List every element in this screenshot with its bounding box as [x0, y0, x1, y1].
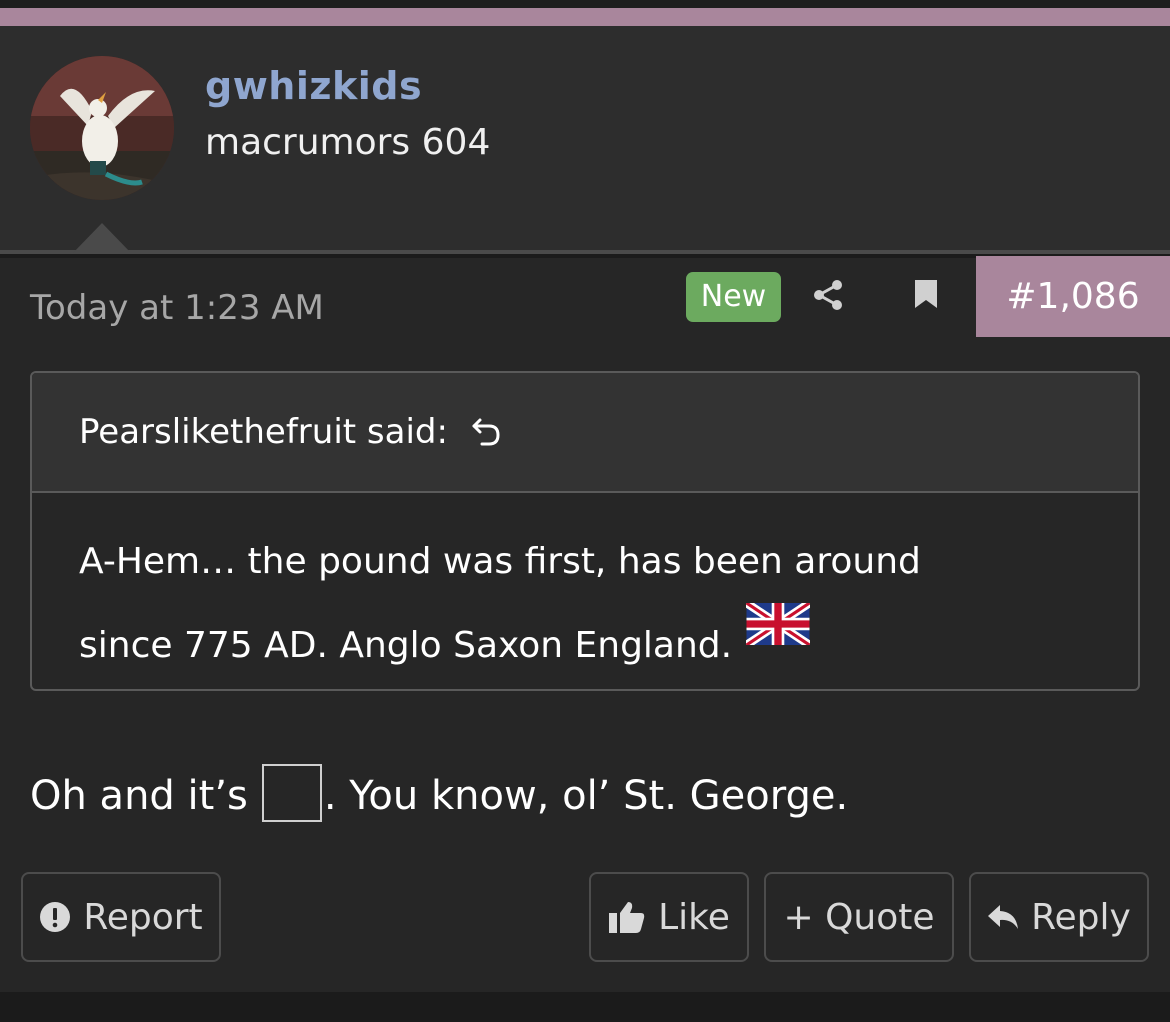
quote-button[interactable]: + Quote — [764, 872, 954, 962]
post-number[interactable]: #1,086 — [976, 256, 1170, 337]
message-text: . You know, ol’ St. George. — [323, 773, 849, 819]
reply-label: Reply — [1031, 896, 1131, 938]
quote-header: Pearslikethefruit said: — [32, 373, 1138, 493]
post-date[interactable]: Today at 1:23 AM — [30, 288, 324, 328]
uk-flag-icon — [746, 603, 811, 645]
quote-author[interactable]: Pearslikethefruit said: — [79, 412, 448, 452]
post-message: Oh and it’s . You know, ol’ St. George. — [30, 764, 848, 828]
user-avatar[interactable] — [30, 56, 174, 200]
arrow-up-back-icon[interactable] — [470, 415, 504, 449]
user-header: gwhizkids macrumors 604 — [0, 26, 1170, 254]
like-label: Like — [658, 896, 730, 938]
username[interactable]: gwhizkids — [205, 64, 422, 108]
report-label: Report — [83, 896, 203, 938]
exclamation-circle-icon — [40, 902, 71, 932]
bookmark-icon[interactable] — [913, 278, 939, 310]
user-title: macrumors 604 — [205, 122, 491, 163]
bottom-strip — [0, 992, 1170, 1022]
reply-button[interactable]: Reply — [969, 872, 1149, 962]
duck-avatar-image — [30, 56, 174, 200]
share-icon[interactable] — [812, 278, 844, 312]
thumbs-up-icon — [609, 902, 645, 933]
quote-box: Pearslikethefruit said: A-Hem… the pound… — [30, 371, 1140, 691]
quote-label: + Quote — [783, 896, 935, 938]
post: Today at 1:23 AM New #1,086 Pearslikethe… — [0, 256, 1170, 992]
message-text: Oh and it’s — [30, 773, 248, 819]
report-button[interactable]: Report — [21, 872, 221, 962]
missing-glyph-icon — [261, 764, 322, 822]
header-caret — [72, 223, 132, 254]
new-badge: New — [686, 272, 781, 322]
reply-arrow-icon — [988, 905, 1019, 929]
accent-bar — [0, 8, 1170, 26]
quote-text-line: A-Hem… the pound was first, has been aro… — [79, 541, 921, 582]
quote-content: A-Hem… the pound was first, has been aro… — [32, 493, 1138, 687]
top-strip — [0, 0, 1170, 8]
quote-text-line: since 775 AD. Anglo Saxon England. — [79, 603, 1092, 687]
quote-text: since 775 AD. Anglo Saxon England. — [79, 625, 733, 666]
like-button[interactable]: Like — [589, 872, 749, 962]
